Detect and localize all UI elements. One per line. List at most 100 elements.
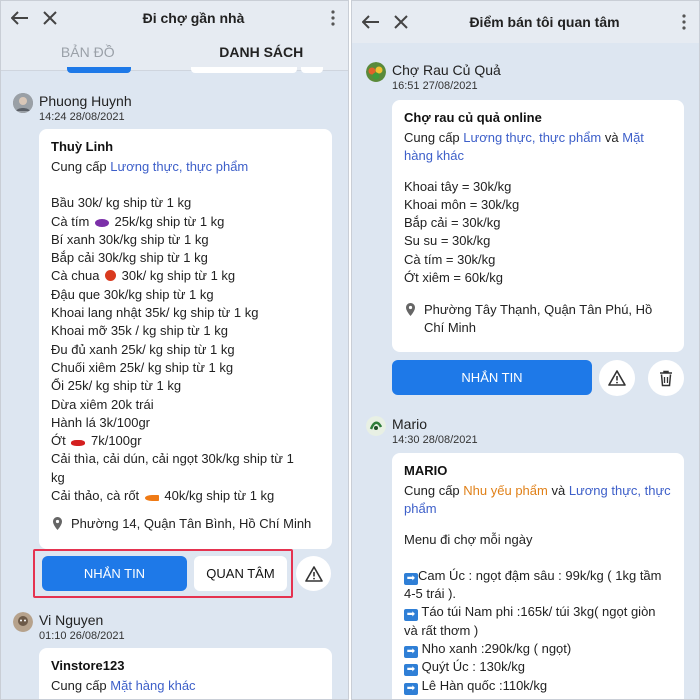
user-name[interactable]: Mario bbox=[392, 416, 427, 432]
avatar[interactable] bbox=[366, 416, 386, 436]
seller-name: Thuỳ Linh bbox=[51, 139, 114, 154]
list-item: Ớt xiêm = 60k/kg bbox=[404, 270, 503, 286]
seller-card[interactable]: MARIO Cung cấp Nhu yếu phẩm và Lương thự… bbox=[392, 453, 684, 699]
list-item: Cải thìa, cải dún, cải ngọt 30k/kg ship … bbox=[51, 451, 294, 467]
location-row: Phường Tây Thạnh, Quận Tân Phú, Hồ Chí M… bbox=[404, 301, 672, 337]
close-icon[interactable] bbox=[386, 7, 416, 37]
list-item: Bắp cải = 30k/kg bbox=[404, 215, 501, 231]
carrot-icon bbox=[144, 495, 159, 502]
list-item: Cải thảo, cà rốt 40k/kg ship từ 1 kg bbox=[51, 488, 275, 504]
user-name[interactable]: Vi Nguyen bbox=[39, 612, 103, 628]
avatar[interactable] bbox=[366, 62, 386, 82]
supply-line: Cung cấp Lương thực, thực phẩm bbox=[51, 158, 320, 176]
right-screen: Điểm bán tôi quan tâm Chợ Rau Củ Quả 16:… bbox=[351, 0, 700, 700]
supply-category-link[interactable]: Lương thực, thực phẩm bbox=[110, 159, 248, 174]
delete-button[interactable] bbox=[648, 360, 684, 396]
location-row: Phường 14, Quận Tân Bình, Hồ Chí Minh bbox=[51, 515, 320, 533]
supply-conjunction: và bbox=[551, 483, 566, 498]
arrow-right-icon: ➡ bbox=[404, 682, 418, 695]
supply-category-link[interactable]: Mặt hàng khác bbox=[110, 678, 195, 693]
highlight-box bbox=[33, 549, 293, 598]
post-time: 01:10 26/08/2021 bbox=[39, 630, 125, 642]
post-time: 14:30 28/08/2021 bbox=[392, 434, 478, 446]
seller-name: Chợ rau củ quả online bbox=[404, 110, 542, 125]
list-item: Đậu que 30k/kg ship từ 1 kg bbox=[51, 286, 214, 302]
list-item: Dừa xiêm 20k trái bbox=[51, 396, 154, 412]
list-item: Khoai lang nhật 35k/ kg ship từ 1 kg bbox=[51, 305, 259, 321]
list-item: Hành lá 3k/100gr bbox=[51, 414, 151, 430]
list-item: ➡ Quýt Úc : 130k/kg bbox=[404, 658, 672, 677]
post-time: 14:24 28/08/2021 bbox=[39, 111, 125, 123]
arrow-right-icon: ➡ bbox=[404, 572, 418, 585]
avatar[interactable] bbox=[13, 612, 33, 632]
more-options-icon[interactable] bbox=[673, 7, 695, 37]
tomato-icon bbox=[105, 270, 117, 282]
scrolled-button-edge bbox=[301, 67, 323, 73]
seller-name: Vinstore123 bbox=[51, 658, 125, 673]
list-item: Cà chua 30k/ kg ship từ 1 kg bbox=[51, 268, 236, 284]
scrolled-button-edge bbox=[67, 67, 131, 73]
seller-card[interactable]: Chợ rau củ quả online Cung cấp Lương thự… bbox=[392, 100, 684, 352]
list-item: Cà tím = 30k/kg bbox=[404, 251, 496, 267]
supply-prefix: Cung cấp bbox=[404, 483, 460, 498]
tab-list[interactable]: DANH SÁCH bbox=[175, 35, 349, 70]
post-header: Phuong Huynh 14:24 28/08/2021 bbox=[13, 93, 343, 123]
scrolled-button-edge bbox=[191, 67, 297, 73]
user-name[interactable]: Chợ Rau Củ Quả bbox=[392, 62, 501, 78]
menu-intro: Menu đi chợ mỗi ngày bbox=[404, 531, 533, 547]
seller-card[interactable]: Thuỳ Linh Cung cấp Lương thực, thực phẩm… bbox=[39, 129, 332, 549]
list-item: kg bbox=[51, 469, 65, 485]
supply-line: Cung cấp Nhu yếu phẩm và Lương thực, thự… bbox=[404, 482, 672, 519]
view-tabs: BẢN ĐỒ DANH SÁCH bbox=[1, 35, 348, 71]
right-app-bar: Điểm bán tôi quan tâm bbox=[352, 1, 699, 43]
close-icon[interactable] bbox=[35, 3, 65, 33]
supply-conjunction: và bbox=[604, 130, 619, 145]
list-item: Khoai tây = 30k/kg bbox=[404, 178, 512, 194]
back-arrow-icon[interactable] bbox=[5, 3, 35, 33]
location-pin-icon bbox=[404, 301, 416, 337]
page-title: Đi chợ gần nhà bbox=[142, 10, 245, 26]
post-time: 16:51 27/08/2021 bbox=[392, 80, 478, 92]
seller-card[interactable]: Vinstore123 Cung cấp Mặt hàng khác bbox=[39, 648, 332, 699]
tab-map[interactable]: BẢN ĐỒ bbox=[1, 35, 175, 70]
left-screen: Đi chợ gần nhà BẢN ĐỒ DANH SÁCH Phuong H… bbox=[0, 0, 349, 700]
list-item: ➡ Cam Úc : ngọt đậm sâu : 99k/kg ( 1kg tầ… bbox=[404, 567, 662, 602]
supply-prefix: Cung cấp bbox=[51, 678, 107, 693]
list-item: ➡ Táo túi Nam phi :165k/ túi 3kg( ngọt g… bbox=[404, 604, 656, 638]
supply-prefix: Cung cấp bbox=[51, 159, 107, 174]
back-arrow-icon[interactable] bbox=[356, 7, 386, 37]
list-item: Khoai mỡ 35k / kg ship từ 1 kg bbox=[51, 323, 228, 339]
more-options-icon[interactable] bbox=[322, 3, 344, 33]
warning-icon bbox=[304, 565, 323, 582]
arrow-right-icon: ➡ bbox=[404, 646, 418, 659]
list-item: Su su = 30k/kg bbox=[404, 233, 491, 249]
post-header: Vi Nguyen 01:10 26/08/2021 bbox=[13, 612, 343, 642]
post-header: Mario 14:30 28/08/2021 bbox=[366, 416, 696, 446]
arrow-right-icon: ➡ bbox=[404, 609, 418, 622]
warning-icon bbox=[608, 370, 626, 386]
list-item: ➡ Nho xanh :290k/kg ( ngọt) bbox=[404, 640, 672, 659]
supply-category-link[interactable]: Lương thực, thực phẩm bbox=[463, 130, 601, 145]
left-app-bar: Đi chợ gần nhà bbox=[1, 1, 348, 35]
list-item: Bầu 30k/ kg ship từ 1 kg bbox=[51, 195, 192, 211]
user-name[interactable]: Phuong Huynh bbox=[39, 93, 132, 109]
seller-name: MARIO bbox=[404, 463, 448, 478]
avatar[interactable] bbox=[13, 93, 33, 113]
list-item: ➡ Lê Hàn quốc :110k/kg bbox=[404, 677, 672, 695]
list-item: Ớt 7k/100gr bbox=[51, 433, 142, 449]
location-text: Phường Tây Thạnh, Quận Tân Phú, Hồ Chí M… bbox=[424, 302, 653, 336]
list-item: Khoai môn = 30k/kg bbox=[404, 196, 520, 212]
chili-icon bbox=[71, 440, 86, 447]
trash-icon bbox=[660, 370, 672, 386]
list-item: Đu đủ xanh 25k/ kg ship từ 1 kg bbox=[51, 341, 235, 357]
supply-prefix: Cung cấp bbox=[404, 130, 460, 145]
supply-category-link[interactable]: Nhu yếu phẩm bbox=[463, 483, 548, 498]
list-item: Bắp cải 30k/kg ship từ 1 kg bbox=[51, 250, 208, 266]
list-item: Bí xanh 30k/kg ship từ 1 kg bbox=[51, 231, 209, 247]
location-pin-icon bbox=[51, 515, 63, 533]
message-button[interactable]: NHẮN TIN bbox=[392, 360, 592, 395]
report-button[interactable] bbox=[296, 556, 331, 591]
supply-line: Cung cấp Mặt hàng khác bbox=[51, 677, 320, 695]
post-header: Chợ Rau Củ Quả 16:51 27/08/2021 bbox=[366, 62, 696, 92]
report-button[interactable] bbox=[599, 360, 635, 396]
